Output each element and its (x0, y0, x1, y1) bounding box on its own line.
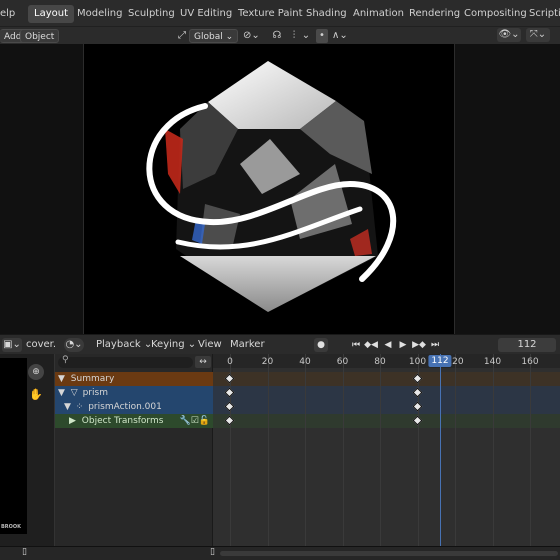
keying-label: Keying (151, 339, 185, 350)
object-label: prism (82, 388, 108, 398)
timeline-editor-icon[interactable]: ◔⌄ (64, 338, 84, 352)
playback-label: Playback (96, 339, 141, 350)
mesh-object-icon: ▽ (70, 388, 78, 398)
prev-keyframe-icon[interactable]: ◆◀ (364, 338, 378, 352)
3d-viewport[interactable] (0, 44, 560, 334)
help-menu[interactable]: elp (0, 5, 15, 23)
expand-arrow-icon[interactable]: ▼ (58, 374, 65, 384)
frame-tick-label: 80 (374, 357, 386, 367)
channel-summary[interactable]: ▼ Summary (55, 372, 213, 386)
channel-width-icon[interactable]: ↔ (195, 356, 211, 368)
frame-tick-label: 160 (521, 357, 539, 367)
proportional-edit-icon[interactable]: • (316, 29, 328, 43)
tab-modeling[interactable]: Modeling (71, 5, 129, 23)
play-icon[interactable]: ▶ (396, 338, 410, 352)
expand-arrow-icon[interactable]: ▼ (64, 402, 71, 412)
channel-list: ⚲ ↔ ▼ Summary ▼ ▽ prism ▼ ⁘ prismAction.… (55, 354, 213, 546)
frame-gridline (267, 354, 269, 546)
snap-icon[interactable]: ☊ (270, 29, 284, 43)
tab-animation[interactable]: Animation (347, 5, 410, 23)
pivot-icon[interactable]: ⊘⌄ (243, 29, 260, 43)
image-name[interactable]: cover. (26, 338, 56, 352)
editor-type-icon[interactable]: ▣⌄ (2, 338, 22, 352)
chevron-down-icon: ⌄ (187, 339, 197, 350)
lock-toggle-icon[interactable]: 🔧☑🔓 (180, 414, 210, 428)
tab-layout[interactable]: Layout (28, 5, 74, 23)
cover-image: BROOK (0, 358, 27, 534)
summary-track (213, 372, 560, 386)
jump-end-icon[interactable]: ⏭ (428, 338, 442, 352)
orientation-select[interactable]: Global ⌄ (189, 29, 239, 43)
tab-rendering[interactable]: Rendering (403, 5, 466, 23)
play-reverse-icon[interactable]: ◀ (381, 338, 395, 352)
status-bar: ▯ ▯ (0, 546, 560, 560)
visibility-select-icon[interactable]: 👁⌄ (497, 28, 521, 42)
frame-tick-label: 100 (408, 357, 427, 367)
action-track (213, 400, 560, 414)
mouse-icon: ▯ (210, 547, 215, 557)
frame-tick-label: 60 (336, 357, 349, 367)
prism-render (146, 61, 397, 312)
image-editor-panel: BROOK ⊕ ✋ (0, 354, 55, 546)
tab-sculpting[interactable]: Sculpting (122, 5, 181, 23)
gizmo-icon[interactable]: ⤧⌄ (526, 28, 550, 42)
chevron-down-icon[interactable]: ⌄ (301, 29, 311, 43)
zoom-icon[interactable]: ⊕ (28, 364, 44, 380)
channel-object[interactable]: ▼ ▽ prism (55, 386, 213, 400)
tab-scripting[interactable]: Scripting (523, 5, 560, 23)
tab-compositing[interactable]: Compositing (458, 5, 533, 23)
group-label: Object Transforms (81, 416, 164, 426)
playback-menu[interactable]: Playback ⌄ (96, 338, 152, 352)
falloff-icon[interactable]: ∧⌄ (332, 29, 348, 43)
frame-gridline (455, 354, 456, 546)
jump-start-icon[interactable]: ⏮ (349, 338, 363, 352)
cover-footer-text: BROOK (1, 524, 22, 530)
frame-tick-label: 0 (227, 357, 233, 367)
action-icon: ⁘ (75, 402, 84, 412)
channel-search-input[interactable]: ⚲ (58, 355, 193, 368)
keying-menu[interactable]: Keying ⌄ (151, 338, 196, 352)
tab-uv-editing[interactable]: UV Editing (174, 5, 238, 23)
tab-texture-paint[interactable]: Texture Paint (232, 5, 309, 23)
timeline-header: ▣⌄ cover. ◔⌄ Playback ⌄ Keying ⌄ View Ma… (0, 334, 560, 354)
frame-gridline (380, 354, 381, 546)
current-frame-field[interactable]: 112 (498, 338, 556, 352)
chevron-down-icon: ⌄ (225, 32, 234, 42)
frame-gridline (305, 354, 306, 546)
mouse-icon: ▯ (22, 547, 27, 557)
tab-shading[interactable]: Shading (300, 5, 353, 23)
channel-action[interactable]: ▼ ⁘ prismAction.001 (55, 400, 213, 414)
expand-arrow-icon[interactable]: ▼ (58, 388, 65, 398)
object-track (213, 386, 560, 400)
action-label: prismAction.001 (88, 402, 162, 412)
next-keyframe-icon[interactable]: ▶◆ (412, 338, 426, 352)
group-track (213, 414, 560, 428)
view-menu[interactable]: View (198, 338, 222, 352)
dopesheet-area[interactable]: 0 20 40 60 80 100 120 140 160 112 (213, 354, 560, 546)
frame-gridline (492, 354, 494, 546)
object-menu[interactable]: Object (20, 29, 60, 43)
snap-target-icon[interactable]: ⫶ (287, 29, 301, 43)
viewport-header: Add Object ⤢ Global ⌄ ⊘⌄ ☊ ⫶ ⌄ • ∧⌄ 👁⌄ ⤧… (0, 27, 560, 44)
frame-tick-label: 40 (299, 357, 311, 367)
search-icon: ⚲ (62, 355, 69, 365)
marker-menu[interactable]: Marker (230, 338, 265, 352)
refraction-red (165, 129, 183, 194)
frame-gridline (342, 354, 344, 546)
summary-label: Summary (70, 374, 115, 384)
workspace-topbar: elp Layout Modeling Sculpting UV Editing… (0, 0, 560, 27)
transform-orientation-icon[interactable]: ⤢ (176, 29, 188, 43)
collapse-arrow-icon[interactable]: ▶ (69, 416, 76, 426)
frame-tick-label: 20 (261, 357, 274, 367)
frame-gridline (530, 354, 531, 546)
record-icon[interactable]: ● (314, 338, 328, 352)
horizontal-scrollbar[interactable] (220, 551, 558, 556)
prism-bottom-facet (180, 256, 376, 312)
hand-pan-icon[interactable]: ✋ (28, 387, 44, 403)
frame-tick-label: 140 (483, 357, 502, 367)
orientation-label: Global (194, 32, 223, 42)
playhead-frame-label[interactable]: 112 (428, 355, 452, 367)
playhead-line[interactable] (440, 354, 441, 546)
channel-group[interactable]: ▶ Object Transforms 🔧☑🔓 (55, 414, 213, 428)
